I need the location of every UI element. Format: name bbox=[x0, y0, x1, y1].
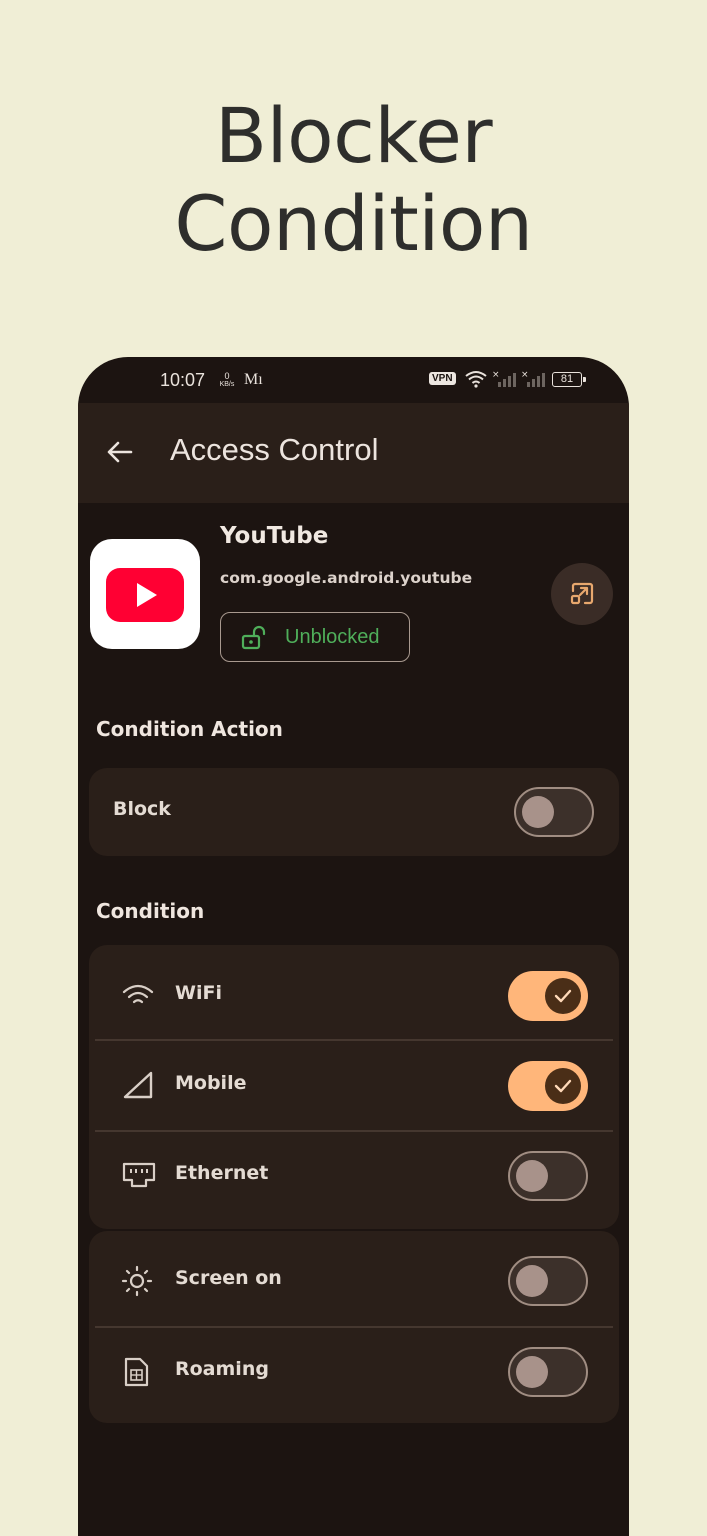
status-speed-unit: KB/s bbox=[219, 381, 235, 388]
status-signal-2-icon: × bbox=[521, 370, 545, 387]
svg-text:×: × bbox=[492, 370, 500, 380]
hero-title-line2: Condition bbox=[174, 179, 533, 268]
hero-title: Blocker Condition bbox=[0, 92, 707, 268]
wifi-label: WiFi bbox=[175, 982, 222, 1004]
network-conditions-card: WiFi Mobile Ethernet bbox=[89, 945, 619, 1229]
status-wifi-icon bbox=[465, 371, 487, 388]
ethernet-label: Ethernet bbox=[175, 1162, 269, 1184]
divider bbox=[95, 1130, 613, 1132]
switch-knob bbox=[516, 1265, 548, 1297]
condition-action-title: Condition Action bbox=[96, 717, 283, 741]
wifi-icon bbox=[122, 984, 154, 1004]
ethernet-switch[interactable] bbox=[508, 1151, 588, 1201]
unlock-icon bbox=[241, 625, 266, 650]
play-icon bbox=[137, 583, 157, 607]
phone-screen: 10:07 0 KB/s Mı VPN × × 81 Access Contro… bbox=[78, 357, 629, 1536]
app-bar: Access Control bbox=[78, 403, 629, 503]
status-signal-1-icon: × bbox=[492, 370, 516, 387]
check-icon bbox=[554, 989, 572, 1003]
open-in-app-icon bbox=[570, 582, 594, 605]
mobile-switch[interactable] bbox=[508, 1061, 588, 1111]
hero-title-line1: Blocker bbox=[214, 91, 493, 180]
ethernet-icon bbox=[122, 1162, 156, 1188]
screen-on-label: Screen on bbox=[175, 1267, 282, 1289]
app-name: YouTube bbox=[220, 523, 329, 549]
device-conditions-card: Screen on Roaming bbox=[89, 1231, 619, 1423]
switch-knob bbox=[516, 1160, 548, 1192]
status-time: 10:07 bbox=[160, 370, 206, 390]
vpn-badge: VPN bbox=[429, 372, 456, 385]
page-title: Access Control bbox=[170, 432, 379, 467]
status-network-speed: 0 KB/s bbox=[218, 371, 236, 389]
block-label: Block bbox=[113, 798, 171, 820]
status-speed-value: 0 bbox=[224, 371, 230, 381]
status-carrier: Mı bbox=[244, 371, 263, 388]
switch-knob bbox=[516, 1356, 548, 1388]
app-package-name: com.google.android.youtube bbox=[220, 569, 473, 587]
status-bar: 10:07 0 KB/s Mı VPN × × 81 bbox=[78, 357, 629, 403]
divider bbox=[95, 1039, 613, 1041]
wifi-switch[interactable] bbox=[508, 971, 588, 1021]
svg-text:×: × bbox=[521, 370, 529, 380]
youtube-app-icon bbox=[90, 539, 200, 649]
roaming-label: Roaming bbox=[175, 1358, 269, 1380]
status-chip[interactable]: Unblocked bbox=[220, 612, 410, 662]
switch-knob bbox=[545, 978, 581, 1014]
sim-card-icon bbox=[124, 1357, 149, 1387]
brightness-icon bbox=[121, 1265, 153, 1297]
roaming-switch[interactable] bbox=[508, 1347, 588, 1397]
screen-on-switch[interactable] bbox=[508, 1256, 588, 1306]
condition-title: Condition bbox=[96, 899, 205, 923]
cellular-icon bbox=[123, 1071, 153, 1099]
open-app-button[interactable] bbox=[551, 563, 613, 625]
check-icon bbox=[554, 1079, 572, 1093]
switch-knob bbox=[522, 796, 554, 828]
battery-icon: 81 bbox=[552, 372, 586, 387]
switch-knob bbox=[545, 1068, 581, 1104]
block-switch[interactable] bbox=[514, 787, 594, 837]
arrow-left-icon[interactable] bbox=[104, 436, 136, 468]
youtube-logo-icon bbox=[106, 568, 184, 622]
block-card: Block bbox=[89, 768, 619, 856]
mobile-label: Mobile bbox=[175, 1072, 247, 1094]
divider bbox=[95, 1326, 613, 1328]
status-chip-label: Unblocked bbox=[285, 626, 380, 648]
